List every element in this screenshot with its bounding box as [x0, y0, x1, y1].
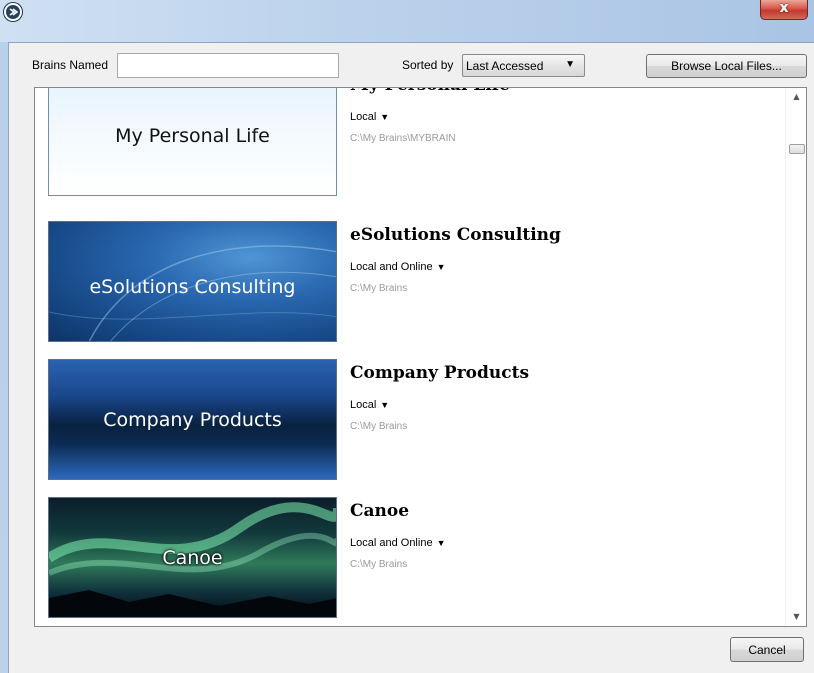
brain-location-dropdown[interactable]: Local and Online ▼	[350, 261, 445, 273]
vertical-scrollbar[interactable]: ▲ ▼	[785, 88, 806, 626]
close-button[interactable]: x	[760, 0, 808, 20]
brain-title[interactable]: Company Products	[350, 363, 529, 383]
chevron-down-icon: ▼	[380, 400, 390, 410]
brain-thumbnail[interactable]: Company Products	[48, 359, 337, 480]
brain-thumbnail-label: Company Products	[103, 408, 282, 431]
chevron-down-icon: ▼	[436, 538, 446, 548]
brain-path: C:\My Brains	[350, 559, 408, 570]
brain-thumbnail-label: Canoe	[162, 546, 223, 569]
chevron-down-icon: ▼	[565, 59, 575, 70]
sorted-by-label: Sorted by	[402, 58, 454, 72]
list-item[interactable]: Company Products Company Products Local ▼…	[35, 359, 787, 497]
cancel-button[interactable]: Cancel	[730, 637, 804, 662]
browse-local-files-button[interactable]: Browse Local Files...	[646, 54, 807, 78]
scroll-down-icon[interactable]: ▼	[786, 609, 806, 626]
brain-list[interactable]: My Personal Life My Personal Life Local▼…	[34, 87, 807, 627]
chevron-down-icon: ▼	[380, 112, 390, 122]
brain-thumbnail-label: eSolutions Consulting	[89, 276, 296, 299]
brain-title[interactable]: My Personal Life	[350, 88, 510, 95]
brain-location-dropdown[interactable]: Local ▼	[350, 111, 389, 123]
brain-location-dropdown[interactable]: Local and Online ▼	[350, 537, 445, 549]
brain-thumbnail[interactable]: eSolutions Consulting	[48, 221, 337, 342]
sort-select[interactable]: Last Accessed ▼	[462, 54, 585, 77]
brains-named-input[interactable]	[117, 53, 339, 78]
brain-thumbnail[interactable]: My Personal Life	[48, 88, 337, 196]
brain-location-label: Local	[350, 399, 377, 411]
scroll-thumb[interactable]	[789, 144, 805, 154]
brain-path: C:\My Brains	[350, 421, 408, 432]
brain-path: C:\My Brains\MYBRAIN	[350, 133, 456, 144]
brain-title[interactable]: Canoe	[350, 501, 409, 521]
scroll-up-icon[interactable]: ▲	[786, 88, 806, 105]
brain-thumbnail[interactable]: Canoe	[48, 497, 337, 618]
list-item[interactable]: eSolutions Consulting eSolutions Consult…	[35, 221, 787, 359]
brain-path: C:\My Brains	[350, 283, 408, 294]
sort-select-value: Last Accessed	[466, 59, 544, 73]
brain-thumbnail-label: My Personal Life	[115, 124, 270, 147]
dialog-window: x Brains Named Sorted by Last Accessed ▼…	[0, 0, 814, 673]
close-icon: x	[779, 0, 789, 16]
title-bar[interactable]: x	[0, 0, 814, 42]
brain-location-label: Local and Online	[350, 537, 433, 549]
brain-location-label: Local and Online	[350, 261, 433, 273]
list-item[interactable]: Canoe Canoe Local and Online ▼ C:\My Brai…	[35, 497, 787, 626]
brain-title[interactable]: eSolutions Consulting	[350, 225, 561, 245]
app-icon	[4, 3, 22, 21]
brain-location-dropdown[interactable]: Local ▼	[350, 399, 389, 411]
list-item[interactable]: My Personal Life My Personal Life Local▼…	[35, 88, 787, 213]
brain-location-label: Local	[350, 111, 377, 123]
brains-named-label: Brains Named	[32, 58, 109, 72]
chevron-down-icon: ▼	[436, 262, 446, 272]
